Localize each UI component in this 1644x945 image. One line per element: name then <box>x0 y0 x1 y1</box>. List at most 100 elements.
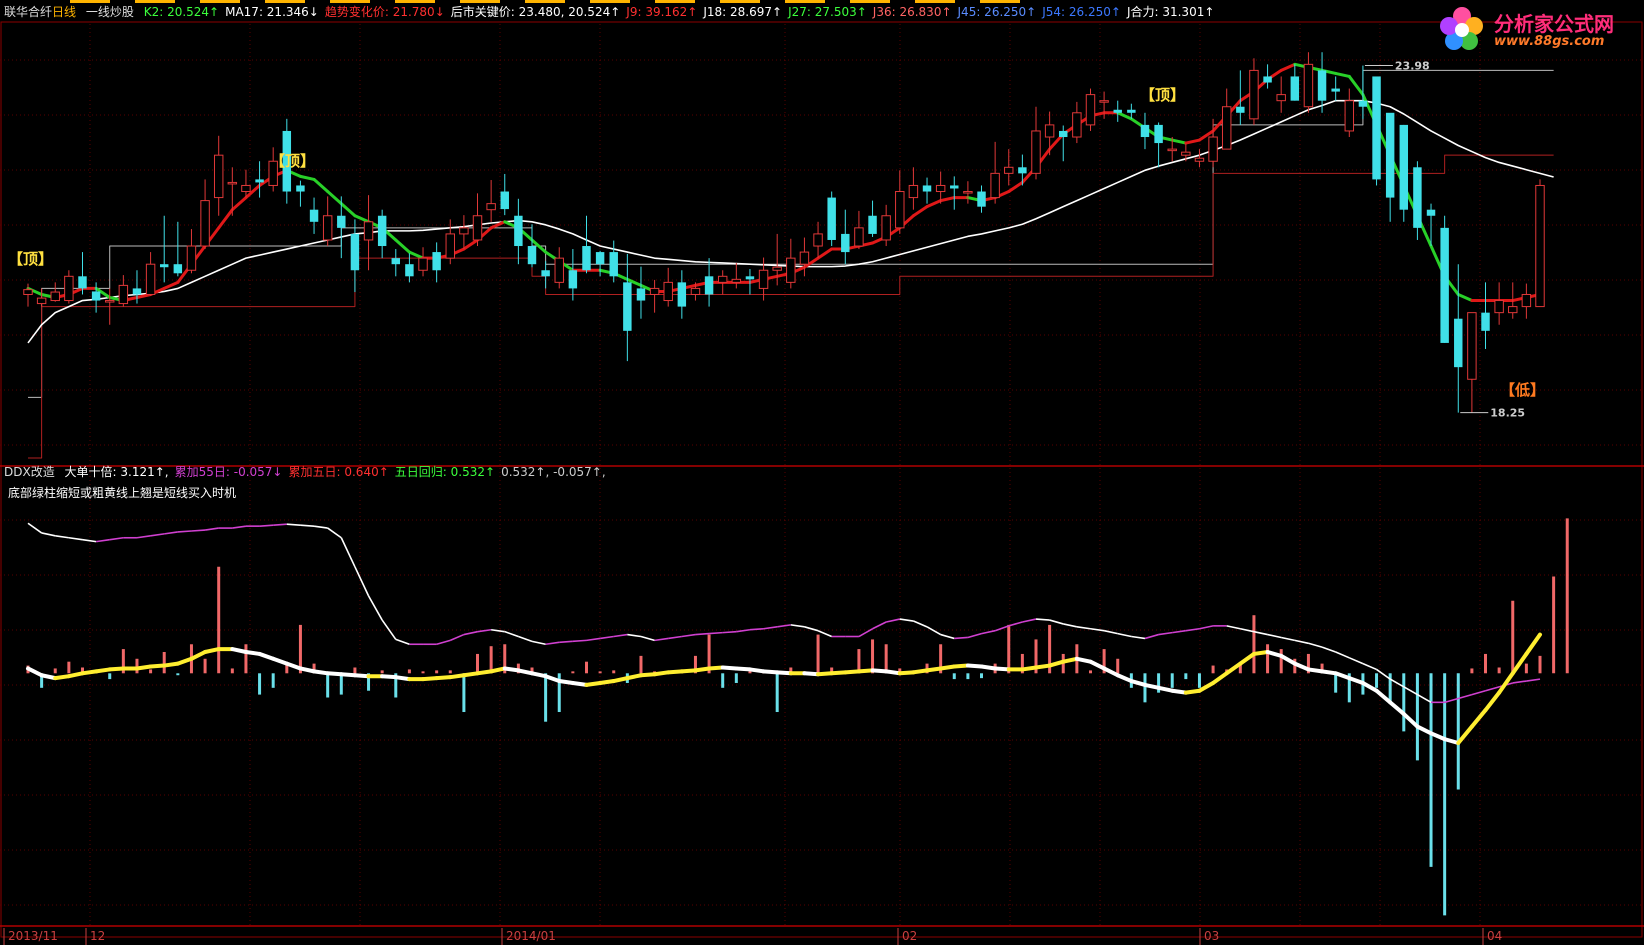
cumulative-5-segment <box>938 664 957 671</box>
candle-body <box>405 264 414 277</box>
candle-body <box>337 215 346 228</box>
candle-body <box>377 215 387 247</box>
cumulative-55-segment <box>695 632 710 636</box>
indicator-value: MA17: 21.346↓ <box>225 5 319 19</box>
cumulative-5-segment <box>570 680 589 687</box>
cumulative-5-segment <box>925 666 943 673</box>
candle-body <box>813 233 823 247</box>
candle-body <box>527 246 537 265</box>
cumulative-5-segment <box>325 671 344 677</box>
cumulative-55-segment <box>981 629 996 635</box>
cumulative-55-segment <box>1308 642 1323 648</box>
candle-body <box>186 245 197 271</box>
cumulative-55-segment <box>640 635 655 642</box>
sub-indicator-name[interactable]: DDX改造 <box>4 465 55 479</box>
candle-body <box>1454 318 1463 368</box>
candle-body <box>36 297 47 305</box>
indicator-value: J27: 27.503↑ <box>788 5 867 19</box>
header-strip-mark <box>720 0 760 3</box>
k2-line-segment <box>339 202 357 218</box>
cumulative-5-segment <box>1170 688 1188 695</box>
k2-line-segment <box>162 280 180 290</box>
candle-body <box>1099 100 1109 103</box>
candle-body <box>1276 94 1286 102</box>
cumulative-5-segment <box>1197 680 1216 693</box>
cumulative-55-segment <box>572 639 587 643</box>
cumulative-55-segment <box>1158 631 1173 636</box>
candle-body <box>1085 94 1096 126</box>
cumulative-5-segment <box>543 674 562 684</box>
candle-body <box>623 282 632 331</box>
candle-body <box>1290 76 1300 101</box>
cumulative-5-segment <box>516 668 534 676</box>
k2-line-segment <box>230 196 248 212</box>
candle-body <box>1385 112 1395 198</box>
bottom-signal-label: 【低】 <box>1500 381 1545 399</box>
candle-body <box>445 233 455 259</box>
cumulative-55-segment <box>1063 623 1078 628</box>
cumulative-55-segment <box>327 527 342 539</box>
cumulative-55-segment <box>1008 621 1023 627</box>
cumulative-55-segment <box>1417 693 1432 704</box>
cumulative-5-segment <box>189 650 208 661</box>
candle-body <box>459 227 469 235</box>
candle-body <box>1236 106 1245 113</box>
header-strip-mark <box>200 0 240 3</box>
candle-body <box>500 191 509 210</box>
cumulative-5-segment <box>502 666 521 673</box>
cumulative-55-segment <box>1131 635 1146 640</box>
cumulative-5-segment <box>203 647 221 654</box>
cumulative-55-segment <box>599 635 614 640</box>
header-strip-mark <box>330 0 370 3</box>
cumulative-5-segment <box>461 671 480 678</box>
cumulative-55-segment <box>1403 686 1418 696</box>
indicator-value: 0.532↑, -0.057↑, <box>501 465 606 479</box>
cumulative-55-segment <box>790 624 805 628</box>
cumulative-55-segment <box>164 531 178 535</box>
cumulative-55-segment <box>150 533 165 537</box>
cumulative-5-segment <box>1524 632 1542 656</box>
cumulative-5-segment <box>380 674 398 680</box>
cumulative-5-segment <box>1456 724 1474 745</box>
indicator-name[interactable]: 一线炒股 <box>86 5 134 19</box>
candle-body <box>1372 76 1381 180</box>
cumulative-55-segment <box>1348 657 1364 665</box>
cumulative-5-segment <box>1061 656 1079 664</box>
period-label[interactable]: 日线 <box>52 5 76 19</box>
cumulative-5-segment <box>1360 680 1379 693</box>
candle-body <box>636 288 646 301</box>
candle-body <box>1413 167 1422 228</box>
cumulative-5-segment <box>448 673 466 680</box>
header-strip-mark <box>915 0 955 3</box>
candle-body <box>1303 63 1314 108</box>
candle-body <box>322 215 333 241</box>
k2-line-segment <box>939 196 956 203</box>
cumulative-55-segment <box>613 633 628 638</box>
candle-body <box>1031 130 1041 174</box>
cumulative-55-segment <box>1117 632 1132 638</box>
cumulative-5-segment <box>1483 690 1502 713</box>
cumulative-5-segment <box>761 669 780 675</box>
cumulative-5-segment <box>843 669 861 675</box>
candle-body <box>1358 100 1368 107</box>
cumulative-5-segment <box>1347 676 1365 685</box>
cumulative-5-segment <box>339 672 357 678</box>
candle-body <box>895 191 905 229</box>
candle-body <box>472 215 483 241</box>
cumulative-5-segment <box>1238 651 1256 666</box>
cumulative-55-segment <box>491 628 505 633</box>
cumulative-55-segment <box>367 595 383 621</box>
trend-price-line <box>28 154 1554 459</box>
cumulative-5-segment <box>897 670 916 676</box>
candle-body <box>1426 209 1436 216</box>
top-signal-label: 【顶】 <box>1140 86 1185 104</box>
candle-body <box>391 258 401 265</box>
cumulative-5-segment <box>107 666 126 672</box>
cumulative-55-segment <box>1103 629 1118 635</box>
cumulative-5-segment <box>1510 651 1529 676</box>
candle-body <box>704 276 714 295</box>
candle-body <box>1181 151 1191 156</box>
top-signal-label: 【顶】 <box>8 250 53 268</box>
cumulative-5-segment <box>720 665 739 671</box>
key-price-line <box>28 69 1554 398</box>
